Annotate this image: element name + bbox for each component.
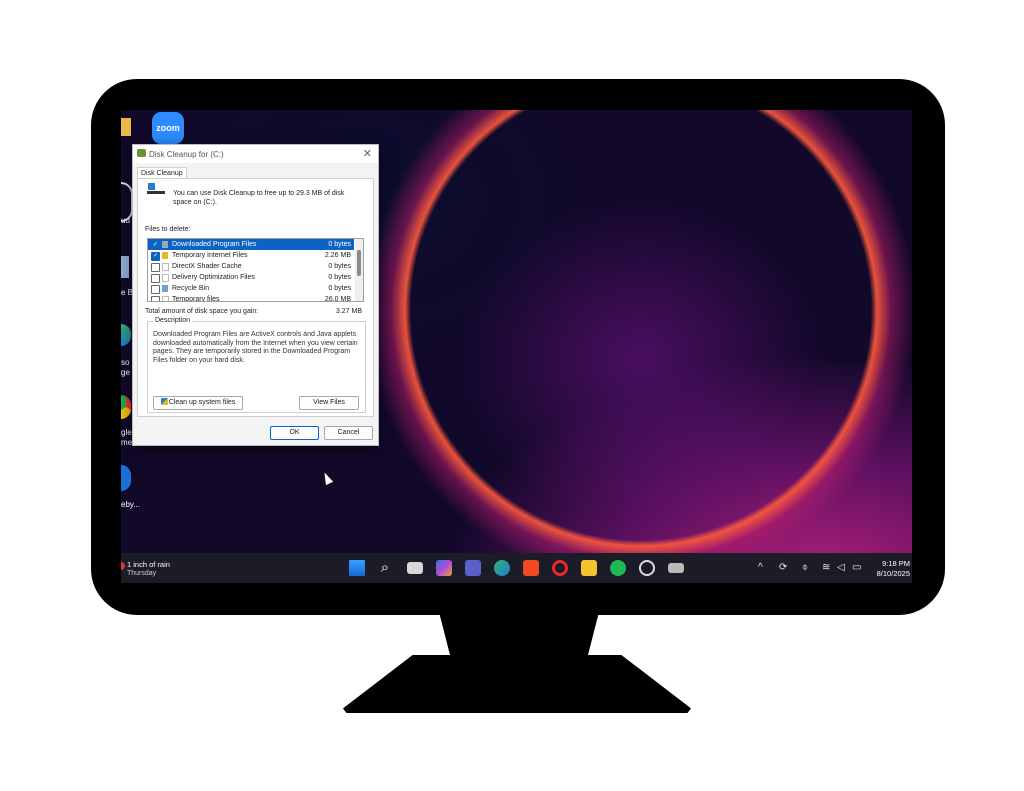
edge-icon[interactable]	[121, 324, 131, 346]
description-group: Description Downloaded Program Files are…	[147, 317, 366, 413]
file-name: Downloaded Program Files	[172, 241, 257, 248]
list-item[interactable]: Temporary files 26.0 MB	[148, 294, 354, 302]
dialog-titlebar[interactable]: Disk Cleanup for (C:) ✕	[133, 145, 378, 163]
files-list[interactable]: ✓ Downloaded Program Files 0 bytes ✓ Tem…	[147, 238, 364, 302]
app-icon[interactable]	[121, 465, 131, 491]
description-title: Description	[153, 317, 193, 324]
file-size: 2.26 MB	[324, 252, 351, 259]
monitor-neck	[439, 612, 599, 662]
file-size: 0 bytes	[328, 263, 351, 270]
file-name: Recycle Bin	[172, 285, 209, 292]
file-name: Temporary Internet Files	[172, 252, 248, 259]
files-to-delete-label: Files to delete:	[145, 226, 191, 233]
sync-icon[interactable]: ⟳	[779, 562, 787, 573]
zoom-icon[interactable]: zoom	[152, 112, 184, 144]
checkbox[interactable]: ✓	[151, 241, 160, 250]
description-text: Downloaded Program Files are ActiveX con…	[153, 331, 358, 365]
checkbox[interactable]	[151, 285, 160, 294]
checkbox[interactable]	[151, 263, 160, 272]
file-size: 0 bytes	[328, 285, 351, 292]
desktop-icon-label: ud	[121, 216, 130, 225]
folder-icon[interactable]	[121, 118, 131, 136]
checkbox[interactable]	[151, 274, 160, 283]
file-size: 0 bytes	[328, 274, 351, 281]
microphone-icon[interactable]: ⌽	[802, 562, 808, 573]
weather-icon[interactable]	[121, 562, 125, 570]
battery-icon[interactable]: ▭	[852, 562, 861, 573]
edge-icon[interactable]	[494, 560, 510, 576]
lock-icon	[162, 252, 168, 259]
cancel-button[interactable]: Cancel	[324, 426, 373, 440]
list-scrollbar[interactable]	[355, 239, 363, 301]
list-item[interactable]: Recycle Bin 0 bytes	[148, 283, 354, 294]
view-files-button[interactable]: View Files	[299, 396, 359, 410]
chevron-up-icon[interactable]: ^	[758, 562, 763, 573]
search-icon[interactable]: ⌕	[377, 560, 393, 576]
checkbox[interactable]: ✓	[151, 252, 160, 261]
disk-cleanup-icon	[137, 149, 146, 157]
desktop-screen: zoom ud e B so ge gle me eby... Disk Cle…	[121, 110, 912, 583]
scrollbar-thumb[interactable]	[357, 250, 361, 276]
task-view-icon[interactable]	[407, 562, 423, 574]
mouse-cursor	[320, 470, 334, 486]
taskbar: 1 inch of rain Thursday ⌕ ^ ⟳ ⌽ ≋ ◁ ▭ 9:…	[121, 553, 912, 583]
list-item[interactable]: Delivery Optimization Files 0 bytes	[148, 272, 354, 283]
total-value: 3.27 MB	[335, 308, 362, 315]
copilot-icon[interactable]	[436, 560, 452, 576]
weather-day[interactable]: Thursday	[127, 570, 156, 577]
drive-icon	[147, 183, 165, 194]
start-icon[interactable]	[349, 560, 365, 576]
file-name: Temporary files	[172, 296, 220, 302]
file-size: 26.0 MB	[324, 296, 351, 302]
dialog-title: Disk Cleanup for (C:)	[149, 150, 224, 159]
disk-cleanup-panel: You can use Disk Cleanup to free up to 2…	[137, 178, 374, 417]
intro-text: You can use Disk Cleanup to free up to 2…	[173, 190, 345, 206]
shield-icon	[160, 398, 168, 405]
spotify-icon[interactable]	[610, 560, 626, 576]
weather-text[interactable]: 1 inch of rain	[127, 560, 170, 569]
close-icon[interactable]: ✕	[363, 147, 372, 160]
clock-date[interactable]: 8/10/2025	[877, 569, 910, 578]
file-icon	[162, 274, 169, 282]
desktop-icon-label: eby...	[121, 500, 140, 509]
wifi-icon[interactable]: ≋	[822, 562, 830, 573]
brave-icon[interactable]	[523, 560, 539, 576]
obs-icon[interactable]	[639, 560, 655, 576]
file-name: Delivery Optimization Files	[172, 274, 255, 281]
file-name: DirectX Shader Cache	[172, 263, 242, 270]
clock-time[interactable]: 9:18 PM	[882, 559, 910, 568]
disk-cleanup-dialog: Disk Cleanup for (C:) ✕ Disk Cleanup You…	[132, 144, 379, 446]
file-size: 0 bytes	[328, 241, 351, 248]
desktop-icon-label: gle me	[121, 428, 133, 447]
teams-icon[interactable]	[465, 560, 481, 576]
clean-up-system-files-button[interactable]: Clean up system files	[153, 396, 243, 410]
ok-button[interactable]: OK	[270, 426, 319, 440]
desktop-icon-label: so ge	[121, 358, 130, 377]
list-item[interactable]: ✓ Temporary Internet Files 2.26 MB	[148, 250, 354, 261]
opera-icon[interactable]	[552, 560, 568, 576]
total-label: Total amount of disk space you gain:	[145, 308, 259, 315]
volume-icon[interactable]: ◁	[837, 562, 845, 573]
recycle-bin-icon	[162, 285, 168, 292]
disk-cleanup-taskbar-icon[interactable]	[668, 563, 684, 573]
list-item[interactable]: DirectX Shader Cache 0 bytes	[148, 261, 354, 272]
file-icon	[162, 296, 169, 301]
list-item[interactable]: ✓ Downloaded Program Files 0 bytes	[148, 239, 354, 250]
recycle-bin-icon[interactable]	[121, 256, 129, 278]
monitor-base	[343, 655, 691, 713]
file-explorer-icon[interactable]	[581, 560, 597, 576]
file-icon	[162, 241, 168, 248]
chrome-icon[interactable]	[121, 395, 131, 419]
checkbox[interactable]	[151, 296, 160, 301]
file-icon	[162, 263, 169, 271]
button-label: Clean up system files	[168, 399, 236, 406]
